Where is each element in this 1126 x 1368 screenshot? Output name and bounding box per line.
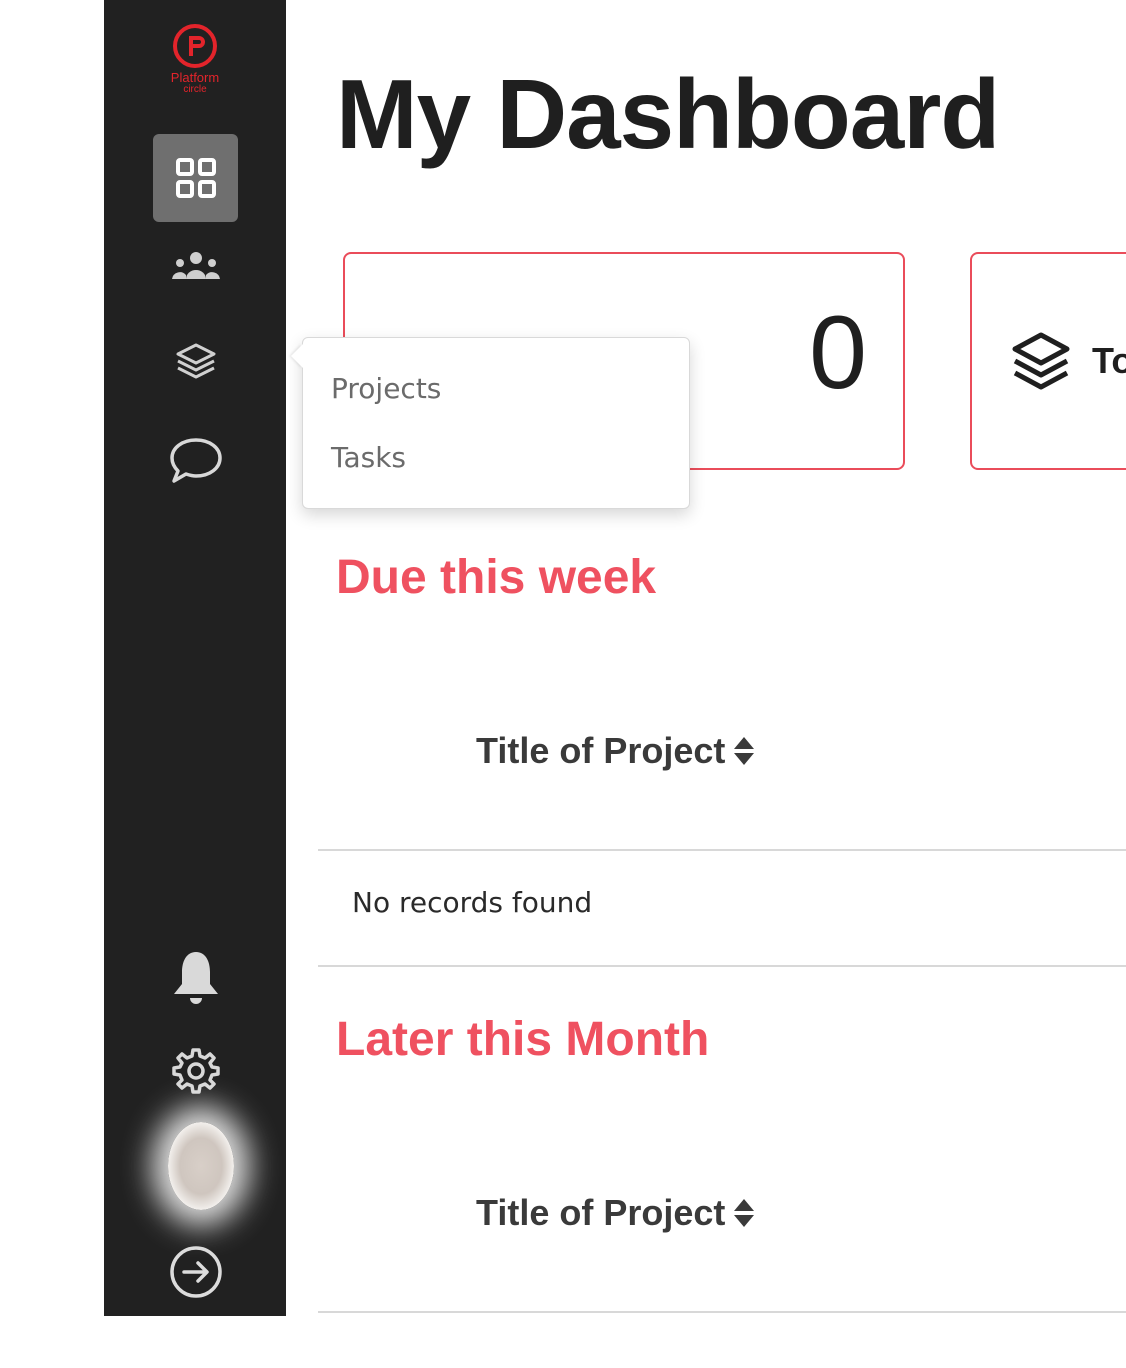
- logo-subtext: circle: [183, 84, 207, 95]
- sort-icon: [734, 1199, 755, 1227]
- sidebar-item-logout[interactable]: [153, 1228, 238, 1316]
- column-header-title-of-project[interactable]: Title of Project: [476, 730, 755, 772]
- sidebar: Platform circle: [104, 0, 286, 1316]
- table-divider: [318, 849, 1126, 851]
- arrow-right-circle-icon: [169, 1246, 222, 1298]
- card-label: To: [1092, 340, 1126, 381]
- empty-state-text: No records found: [352, 886, 593, 919]
- card-count: 0: [809, 295, 867, 411]
- table-divider: [318, 1311, 1126, 1313]
- bell-icon: [173, 952, 218, 1004]
- summary-card-tasks[interactable]: To: [970, 252, 1126, 470]
- column-header-label: Title of Project: [476, 1192, 726, 1233]
- gear-icon: [171, 1048, 220, 1094]
- logo-mark-icon: [173, 24, 217, 68]
- section-title-later-this-month: Later this Month: [336, 1013, 710, 1066]
- column-header-title-of-project[interactable]: Title of Project: [476, 1192, 755, 1234]
- projects-popover-menu: Projects Tasks: [291, 337, 690, 509]
- layers-icon: [176, 343, 215, 379]
- column-header-label: Title of Project: [476, 730, 726, 771]
- page-title: My Dashboard: [336, 59, 1000, 169]
- chat-bubble-icon: [169, 438, 222, 483]
- sidebar-item-projects[interactable]: [153, 318, 238, 406]
- sidebar-item-notifications[interactable]: [153, 934, 238, 1022]
- logo-text: Platform: [170, 70, 220, 85]
- avatar[interactable]: [168, 1122, 234, 1210]
- users-icon: [171, 252, 220, 279]
- sidebar-item-team[interactable]: [153, 222, 238, 310]
- menu-item-tasks[interactable]: Tasks: [331, 441, 406, 474]
- popover-arrow: [291, 344, 303, 368]
- grid-icon: [175, 158, 216, 198]
- sidebar-item-settings[interactable]: [153, 1026, 238, 1114]
- section-title-due-this-week: Due this week: [336, 551, 657, 604]
- sidebar-item-messages[interactable]: [153, 416, 238, 504]
- table-divider: [318, 965, 1126, 967]
- sidebar-item-dashboard[interactable]: [153, 134, 238, 222]
- sort-icon: [734, 737, 755, 765]
- app-logo[interactable]: Platform circle: [104, 24, 286, 95]
- menu-item-projects[interactable]: Projects: [331, 372, 441, 405]
- layers-icon: [1012, 332, 1070, 390]
